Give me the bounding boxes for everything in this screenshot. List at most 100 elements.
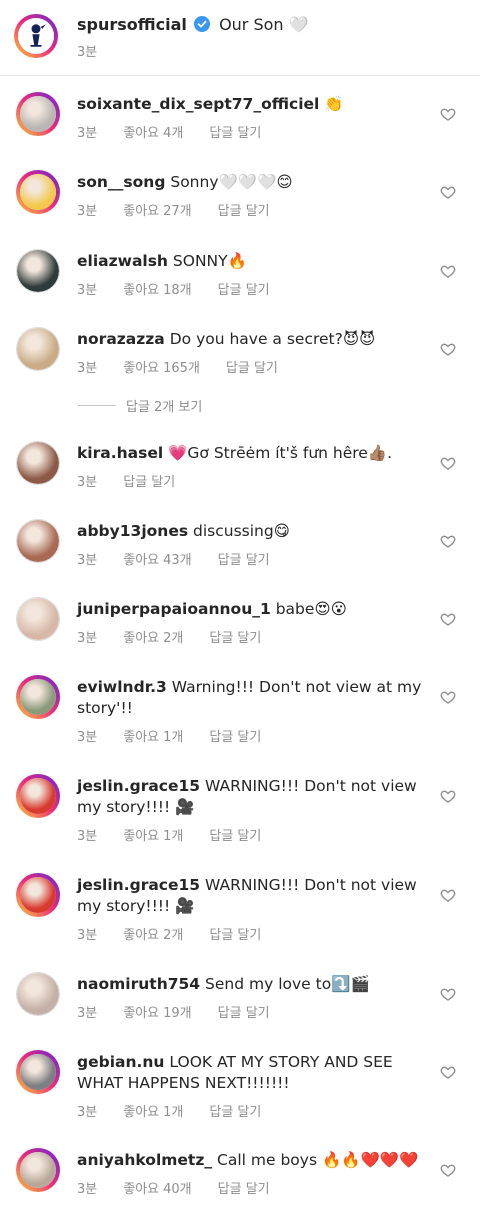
avatar[interactable] (16, 1050, 60, 1094)
comment-username[interactable]: norazazza (77, 330, 165, 348)
comment-username[interactable]: jeslin.grace15 (77, 876, 200, 894)
avatar[interactable] (16, 519, 60, 563)
comment-time: 3분 (77, 126, 98, 141)
comment-text: jeslin.grace15 WARNING!!! Don't not view… (77, 776, 427, 818)
avatar[interactable] (16, 441, 60, 485)
avatar[interactable] (16, 92, 60, 136)
heart-icon[interactable] (440, 788, 456, 804)
heart-icon[interactable] (440, 184, 456, 200)
likes-label: 좋아요 (123, 283, 160, 298)
comment-time: 3분 (77, 1105, 98, 1120)
heart-icon[interactable] (440, 263, 456, 279)
caption-text: spursofficial Our Son 🤍 (77, 14, 309, 36)
reply-button[interactable]: 답글 달기 (218, 1006, 270, 1021)
caption-username[interactable]: spursofficial (77, 15, 187, 34)
likes-count: 40개 (163, 1182, 192, 1197)
avatar[interactable] (16, 597, 60, 641)
comment-likes[interactable]: 좋아요 40개 (123, 1182, 191, 1197)
comment-likes[interactable]: 좋아요 43개 (123, 553, 191, 568)
heart-icon[interactable] (440, 1064, 456, 1080)
comment-body: discussing😋 (193, 522, 290, 540)
comment-username[interactable]: jeslin.grace15 (77, 777, 200, 795)
comment-username[interactable]: son__song (77, 173, 165, 191)
comment-time: 3분 (77, 1006, 98, 1021)
avatar[interactable] (16, 1148, 60, 1192)
comment-username[interactable]: gebian.nu (77, 1053, 164, 1071)
likes-count: 19개 (163, 1006, 192, 1021)
comment-username[interactable]: kira.hasel (77, 444, 163, 462)
comment-body: babe😍😮 (275, 600, 347, 618)
comment-time: 3분 (77, 361, 98, 376)
comment-username[interactable]: aniyahkolmetz_ (77, 1151, 212, 1169)
reply-button[interactable]: 답글 달기 (209, 1105, 261, 1120)
view-replies-button[interactable]: 답글 2개 보기 (78, 396, 202, 415)
comment-meta: 3분 좋아요 19개 답글 달기 (77, 1002, 296, 1021)
comment-username[interactable]: juniperpapaioannou_1 (77, 600, 271, 618)
comment-likes[interactable]: 좋아요 1개 (123, 1105, 183, 1120)
reply-button[interactable]: 답글 달기 (209, 631, 261, 646)
heart-icon[interactable] (440, 106, 456, 122)
avatar[interactable] (16, 774, 60, 818)
comment-likes[interactable]: 좋아요 165개 (123, 361, 200, 376)
likes-count: 1개 (163, 829, 184, 844)
comment-meta: 3분 좋아요 4개 답글 달기 (77, 122, 287, 141)
comment-username[interactable]: abby13jones (77, 522, 188, 540)
heart-icon[interactable] (440, 611, 456, 627)
avatar[interactable] (16, 675, 60, 719)
reply-button[interactable]: 답글 달기 (226, 361, 278, 376)
likes-count: 18개 (163, 283, 192, 298)
reply-button[interactable]: 답글 달기 (209, 126, 261, 141)
heart-icon[interactable] (440, 689, 456, 705)
comment-likes[interactable]: 좋아요 18개 (123, 283, 191, 298)
heart-icon[interactable] (440, 986, 456, 1002)
spurs-avatar[interactable] (14, 14, 58, 58)
avatar[interactable] (16, 873, 60, 917)
comment-text: juniperpapaioannou_1 babe😍😮 (77, 599, 427, 620)
reply-button[interactable]: 답글 달기 (209, 928, 261, 943)
reply-button[interactable]: 답글 달기 (218, 1182, 270, 1197)
reply-button[interactable]: 답글 달기 (209, 730, 261, 745)
comment-time: 3분 (77, 631, 98, 646)
comment-likes[interactable]: 좋아요 4개 (123, 126, 183, 141)
comment-likes[interactable]: 좋아요 1개 (123, 829, 183, 844)
comment-text: soixante_dix_sept77_officiel 👏 (77, 94, 427, 115)
comment-time: 3분 (77, 204, 98, 219)
comment-text: naomiruth754 Send my love to⤵️🎬 (77, 974, 427, 995)
comment-username[interactable]: eviwlndr.3 (77, 678, 167, 696)
heart-icon[interactable] (440, 1162, 456, 1178)
likes-label: 좋아요 (123, 1105, 160, 1120)
comment-likes[interactable]: 좋아요 27개 (123, 204, 191, 219)
comment-likes[interactable]: 좋아요 2개 (123, 631, 183, 646)
comment-meta: 3분 좋아요 1개 답글 달기 (77, 726, 287, 745)
comment-likes[interactable]: 좋아요 19개 (123, 1006, 191, 1021)
avatar[interactable] (16, 972, 60, 1016)
reply-button[interactable]: 답글 달기 (218, 204, 270, 219)
comment-likes[interactable]: 좋아요 2개 (123, 928, 183, 943)
heart-icon[interactable] (440, 341, 456, 357)
reply-button[interactable]: 답글 달기 (123, 475, 175, 490)
heart-icon[interactable] (440, 533, 456, 549)
comment-likes[interactable]: 좋아요 1개 (123, 730, 183, 745)
avatar[interactable] (16, 170, 60, 214)
reply-button[interactable]: 답글 달기 (218, 283, 270, 298)
heart-icon[interactable] (440, 455, 456, 471)
likes-count: 165개 (163, 361, 200, 376)
view-replies-label: 답글 2개 보기 (126, 400, 203, 415)
comment-meta: 3분 좋아요 2개 답글 달기 (77, 627, 287, 646)
comment-body: Do you have a secret?😈😈 (169, 330, 376, 348)
comment-text: eliazwalsh SONNY🔥 (77, 251, 427, 272)
reply-button[interactable]: 답글 달기 (218, 553, 270, 568)
likes-count: 1개 (163, 730, 184, 745)
comment-username[interactable]: eliazwalsh (77, 252, 168, 270)
reply-button[interactable]: 답글 달기 (209, 829, 261, 844)
comment-meta: 3분 좋아요 1개 답글 달기 (77, 1101, 287, 1120)
comment-username[interactable]: naomiruth754 (77, 975, 200, 993)
avatar[interactable] (16, 249, 60, 293)
likes-label: 좋아요 (123, 1006, 160, 1021)
comment-text: eviwlndr.3 Warning!!! Don't not view at … (77, 677, 427, 719)
comment-time: 3분 (77, 730, 98, 745)
heart-icon[interactable] (440, 887, 456, 903)
avatar[interactable] (16, 327, 60, 371)
comment-username[interactable]: soixante_dix_sept77_officiel (77, 95, 319, 113)
comment-time: 3분 (77, 553, 98, 568)
